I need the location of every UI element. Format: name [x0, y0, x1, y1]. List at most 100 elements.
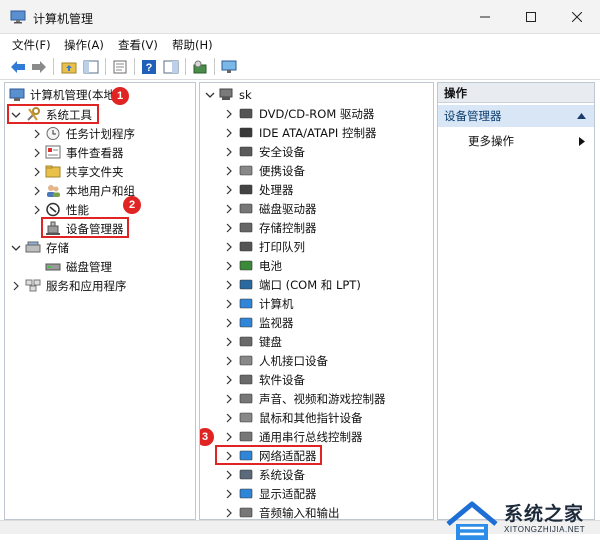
- printer-icon: [239, 241, 253, 252]
- chevron-right-icon[interactable]: [224, 489, 234, 499]
- scan-hardware-button[interactable]: [190, 57, 210, 76]
- view-pane-icon: [163, 60, 179, 73]
- forward-arrow-icon: [32, 60, 46, 73]
- chevron-right-icon[interactable]: [32, 129, 42, 139]
- chevron-right-icon[interactable]: [224, 394, 234, 404]
- device-category-item[interactable]: 安全设备: [238, 142, 305, 161]
- chevron-right-icon[interactable]: [224, 375, 234, 385]
- chevron-right-icon[interactable]: [11, 281, 21, 291]
- device-category-item[interactable]: 计算机: [238, 294, 294, 313]
- event-viewer-icon: [45, 145, 61, 159]
- help-button[interactable]: ?: [139, 57, 159, 76]
- chevron-right-icon[interactable]: [224, 470, 234, 480]
- chevron-right-icon[interactable]: [224, 432, 234, 442]
- chevron-right-icon[interactable]: [224, 261, 234, 271]
- disk-drive-icon: [239, 203, 253, 214]
- tree-item-event-viewer[interactable]: 事件查看器: [45, 143, 124, 162]
- device-category-item[interactable]: 存储控制器: [238, 218, 317, 237]
- chevron-right-icon[interactable]: [224, 109, 234, 119]
- menu-file[interactable]: 文件(F): [12, 37, 51, 53]
- device-category-item[interactable]: DVD/CD-ROM 驱动器: [238, 104, 374, 123]
- chevron-right-icon[interactable]: [224, 128, 234, 138]
- tree-item-disk-management[interactable]: 磁盘管理: [45, 257, 112, 276]
- device-category-item[interactable]: 人机接口设备: [238, 351, 328, 370]
- tree-item-storage[interactable]: 存储: [25, 238, 69, 257]
- chevron-right-icon[interactable]: [224, 223, 234, 233]
- step-badge-3: 3: [200, 428, 214, 446]
- device-category-item[interactable]: 通用串行总线控制器: [238, 427, 363, 446]
- window-title: 计算机管理: [33, 12, 94, 26]
- device-category-item[interactable]: 磁盘驱动器: [238, 199, 317, 218]
- properties-icon: [113, 60, 127, 73]
- device-category-item[interactable]: 便携设备: [238, 161, 305, 180]
- show-hide-tree-button[interactable]: [81, 57, 101, 76]
- tree-item-task-scheduler[interactable]: 任务计划程序: [45, 124, 135, 143]
- chevron-right-icon[interactable]: [32, 148, 42, 158]
- device-category-item[interactable]: IDE ATA/ATAPI 控制器: [238, 123, 376, 142]
- shared-folder-icon: [45, 165, 61, 178]
- chevron-down-icon[interactable]: [11, 243, 21, 253]
- back-button[interactable]: [8, 57, 28, 76]
- device-category-item[interactable]: 监视器: [238, 313, 294, 332]
- device-category-item[interactable]: 软件设备: [238, 370, 305, 389]
- properties-button[interactable]: [110, 57, 130, 76]
- storage-controller-icon: [239, 222, 253, 233]
- device-category-item[interactable]: 打印队列: [238, 237, 305, 256]
- menu-view[interactable]: 查看(V): [118, 37, 158, 53]
- chevron-right-icon[interactable]: [224, 147, 234, 157]
- maximize-button[interactable]: [508, 0, 554, 34]
- step-badge-1: 1: [111, 87, 129, 105]
- device-category-item[interactable]: 键盘: [238, 332, 282, 351]
- device-category-item[interactable]: 电池: [238, 256, 282, 275]
- chevron-right-icon[interactable]: [224, 299, 234, 309]
- view-button[interactable]: [161, 57, 181, 76]
- actions-section-label: 设备管理器: [444, 109, 502, 123]
- chevron-right-icon[interactable]: [224, 413, 234, 423]
- device-tree-pane: sk DVD/CD-ROM 驱动器 IDE ATA/ATAPI 控制器 安全设备 便携…: [199, 82, 434, 520]
- chevron-right-icon[interactable]: [224, 204, 234, 214]
- chevron-right-icon[interactable]: [224, 242, 234, 252]
- chevron-right-icon[interactable]: [32, 186, 42, 196]
- minimize-icon: [480, 16, 490, 18]
- device-category-item[interactable]: 显示适配器: [238, 484, 317, 503]
- port-icon: [239, 279, 253, 290]
- device-category-item[interactable]: 声音、视频和游戏控制器: [238, 389, 386, 408]
- tree-item-shared-folders[interactable]: 共享文件夹: [45, 162, 124, 181]
- tree-root-computer-management[interactable]: 计算机管理(本地: [9, 85, 115, 104]
- tree-item-services-applications[interactable]: 服务和应用程序: [25, 276, 127, 295]
- device-tree-root[interactable]: sk: [218, 85, 252, 104]
- collapse-up-icon[interactable]: [577, 113, 586, 119]
- minimize-button[interactable]: [462, 0, 508, 34]
- forward-button[interactable]: [29, 57, 49, 76]
- chevron-right-icon[interactable]: [32, 167, 42, 177]
- actions-section-device-manager[interactable]: 设备管理器: [438, 105, 594, 127]
- monitor-button[interactable]: [219, 57, 239, 76]
- chevron-right-icon[interactable]: [224, 337, 234, 347]
- chevron-right-icon[interactable]: [224, 166, 234, 176]
- menu-action[interactable]: 操作(A): [64, 37, 104, 53]
- chevron-right-icon[interactable]: [224, 280, 234, 290]
- console-tree-icon: [83, 60, 99, 73]
- monitor-icon: [239, 317, 253, 328]
- chevron-right-icon[interactable]: [224, 356, 234, 366]
- device-category-item[interactable]: 处理器: [238, 180, 294, 199]
- device-category-item[interactable]: 端口 (COM 和 LPT): [238, 275, 361, 294]
- chevron-down-icon[interactable]: [205, 90, 215, 100]
- device-category-item[interactable]: 系统设备: [238, 465, 305, 484]
- performance-icon: [46, 202, 60, 217]
- close-button[interactable]: [554, 0, 600, 34]
- security-device-icon: [239, 146, 253, 157]
- up-folder-button[interactable]: [59, 57, 79, 76]
- services-icon: [25, 279, 41, 292]
- chevron-right-icon[interactable]: [224, 185, 234, 195]
- dvd-drive-icon: [239, 108, 253, 119]
- chevron-right-icon[interactable]: [224, 318, 234, 328]
- chevron-right-icon[interactable]: [32, 205, 42, 215]
- menu-help[interactable]: 帮助(H): [172, 37, 213, 53]
- device-category-item[interactable]: 鼠标和其他指针设备: [238, 408, 363, 427]
- chevron-right-icon[interactable]: [224, 508, 234, 518]
- menu-bar: 文件(F) 操作(A) 查看(V) 帮助(H): [0, 34, 600, 54]
- more-actions-item[interactable]: 更多操作: [468, 133, 514, 149]
- device-category-item[interactable]: 音频输入和输出: [238, 503, 340, 519]
- tree-item-local-users-groups[interactable]: 本地用户和组: [45, 181, 135, 200]
